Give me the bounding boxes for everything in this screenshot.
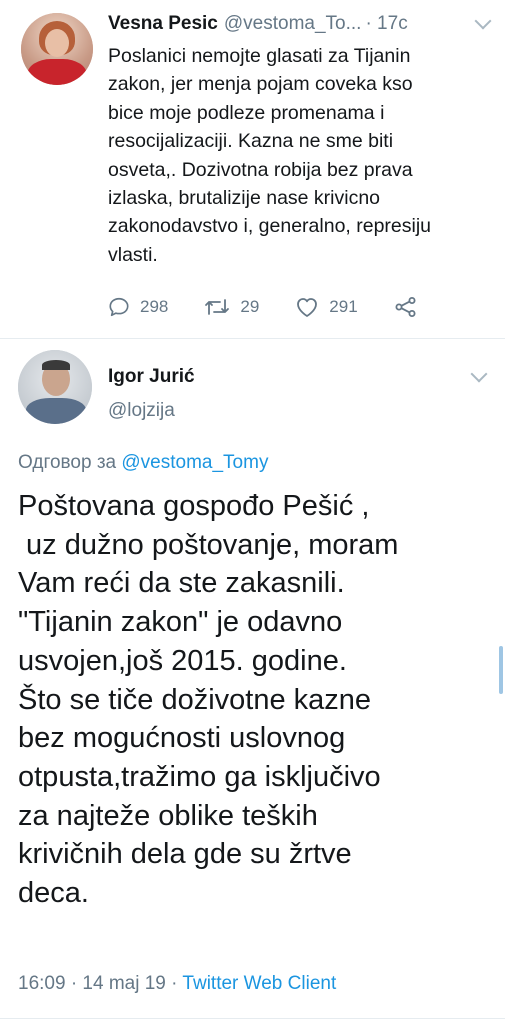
tweet-text-line: Poslanici nemojte glasati za Tijanin [108,45,411,67]
chevron-down-icon[interactable] [470,365,488,383]
tweet-text-line: zakonodavstvo i, generalno, represiju [108,215,432,238]
tweet-text-line: uz dužno poštovanje, moram [18,528,399,561]
tweet-text-line: bice moje podleze promenama i [108,101,385,124]
tweet-text-line: usvojen,još 2015. godine. [18,644,347,677]
like-button[interactable]: 291 [295,296,358,318]
tweet-text-line: zakon, jer menja pojam coveka kso [108,73,413,96]
retweet-button[interactable]: 29 [204,296,259,318]
tweet-text-line: krivičnih dela gde su žrtve [18,838,352,871]
bottom-divider [0,1018,505,1019]
reply-icon [109,297,129,317]
reply-button[interactable]: 298 [108,296,168,318]
tweet-text: Poslanici nemojte glasati za Tijanin zak… [108,42,488,269]
retweet-count: 29 [240,297,260,316]
tweet-timestamp[interactable]: · 17c [365,13,407,35]
tweet-text-line: Što se tiče doživotne kazne [18,683,372,716]
tweet-text-line: "Tijanin zakon" je odavno [18,606,343,639]
reply-mention-link[interactable]: @vestoma_Tomy [121,452,268,473]
tweet-text-line: Poštovana gospođo Pešić , [18,490,370,522]
tweet-meta: 16:09 · 14 maj 19 · Twitter Web Client [18,973,336,995]
tweet-date[interactable]: · 14 maj 19 · [71,973,178,994]
share-button[interactable] [394,296,428,318]
tweet-text-line: za najteže oblike teških [18,799,318,832]
author-handle[interactable]: @vestoma_To... [224,13,362,35]
tweet-text-line: bez mogućnosti uslovnog [18,722,346,755]
scrollbar[interactable] [499,646,503,694]
tweet-header: Vesna Pesic @vestoma_To... · 17c [108,13,487,41]
tweet-original[interactable]: Vesna Pesic @vestoma_To... · 17c Poslani… [0,0,505,338]
tweet-divider [0,338,505,339]
tweet-text-line: izlaska, brutalizije nase krivicno [108,187,381,210]
reply-count: 298 [140,297,169,316]
tweet-text-line: resocijalizaciji. Kazna ne sme biti [108,130,394,153]
reply-prefix: Одговор за [18,452,117,473]
retweet-icon [205,299,230,315]
author-name[interactable]: Igor Jurić [108,366,195,388]
tweet-text-line: vlasti. [108,243,158,266]
avatar[interactable] [18,350,92,424]
like-icon [297,298,318,317]
tweet-client-link[interactable]: Twitter Web Client [182,973,336,994]
avatar[interactable] [21,13,93,85]
tweet-time[interactable]: 16:09 [18,973,66,994]
tweet-text-line: deca. [18,877,89,910]
tweet-text-line: Vam reći da ste zakasnili. [18,567,345,600]
replying-to: Одговор за @vestoma_Tomy [18,452,268,474]
tweet-text: Poštovana gospođo Pešić , uz dužno pošto… [18,487,488,913]
author-name[interactable]: Vesna Pesic [108,13,218,35]
like-count: 291 [329,297,358,316]
tweet-text-line: otpusta,tražimo ga isključivo [18,760,381,793]
share-icon [395,297,416,317]
tweet-text-line: osveta,. Dozivotna robija bez prava [108,158,413,181]
tweet-actions: 298 29 291 [108,296,464,318]
author-handle[interactable]: @lojzija [108,400,175,422]
